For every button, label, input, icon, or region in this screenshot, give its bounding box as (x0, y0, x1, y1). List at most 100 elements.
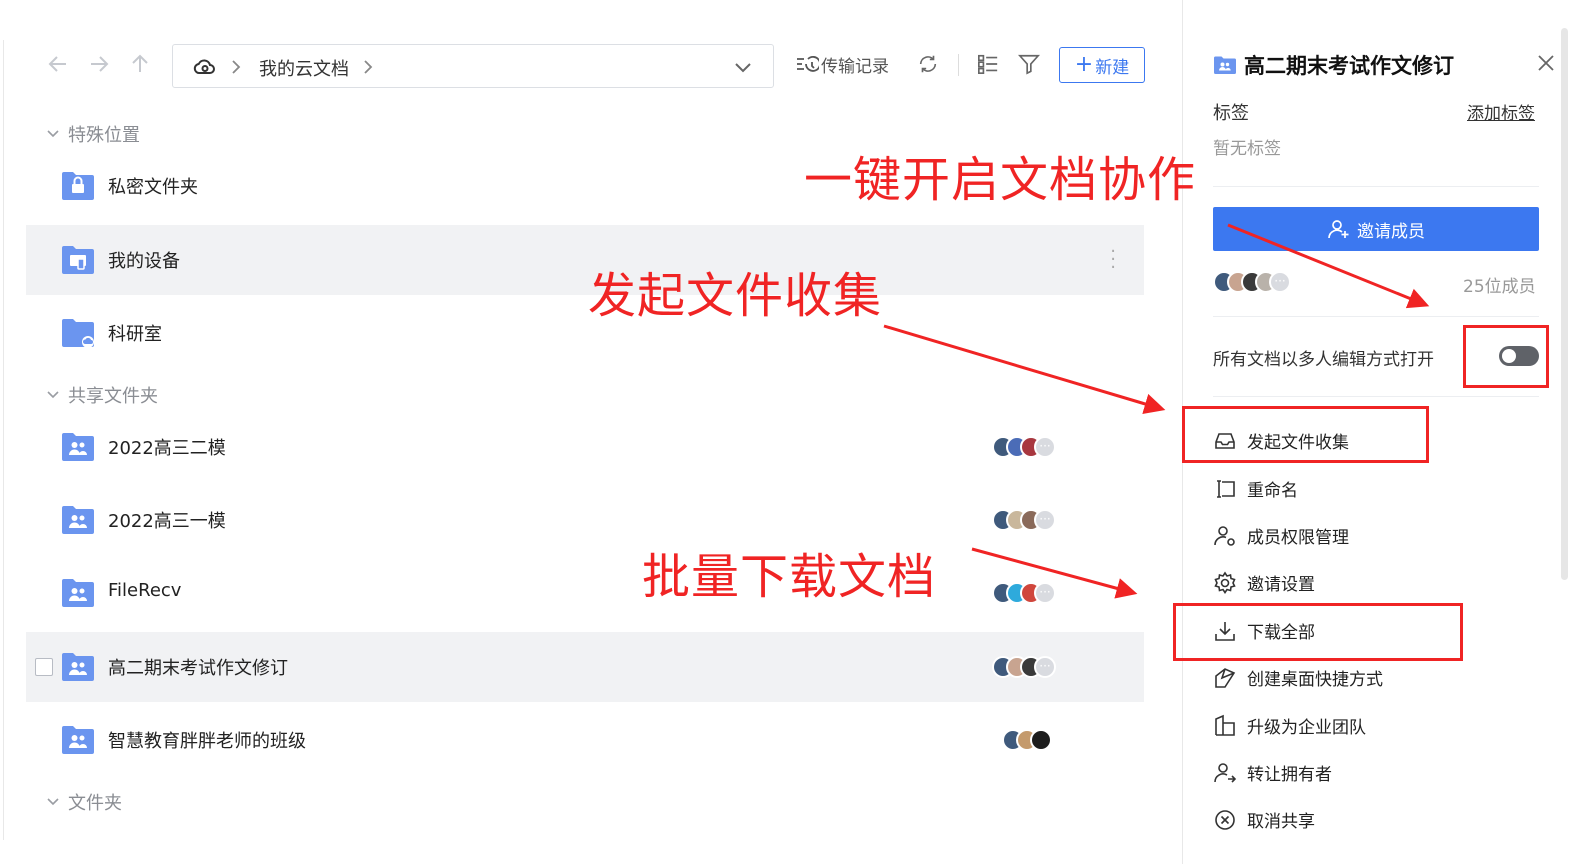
shared-folder-icon (62, 726, 94, 754)
chevron-right-icon (361, 58, 375, 76)
device-folder-icon (62, 246, 94, 274)
multi-edit-label: 所有文档以多人编辑方式打开 (1213, 350, 1434, 370)
transfer-owner-icon (1214, 762, 1237, 783)
list-view-icon[interactable] (977, 53, 999, 79)
panel-title-text: 高二期末考试作文修订 (1244, 54, 1454, 78)
more-avatars-icon: ··· (1034, 509, 1056, 531)
list-item[interactable]: 2022高三一模 ··· (26, 485, 1144, 555)
add-tag-link[interactable]: 添加标签 (1467, 99, 1535, 124)
back-arrow-icon[interactable] (46, 52, 70, 76)
menu-label: 转让拥有者 (1247, 765, 1332, 785)
menu-item-invite-settings[interactable]: 邀请设置 (1213, 570, 1315, 595)
invite-members-button[interactable]: 邀请成员 (1213, 207, 1539, 251)
no-tag-text: 暂无标签 (1213, 139, 1281, 159)
item-name: 科研室 (108, 324, 162, 345)
divider (1213, 316, 1539, 317)
filter-icon[interactable] (1017, 53, 1041, 79)
add-user-icon (1328, 220, 1349, 239)
highlight-box-collection (1182, 406, 1429, 463)
list-item[interactable]: 我的设备 · · · (26, 225, 1144, 295)
item-name: 2022高三二模 (108, 438, 226, 459)
building-icon (1215, 714, 1235, 736)
annotation-download: 批量下载文档 (642, 549, 937, 605)
member-avatars (1002, 729, 1052, 751)
section-shared-label: 共享文件夹 (68, 386, 158, 407)
list-item[interactable]: 2022高三二模 ··· (26, 412, 1144, 482)
menu-item-cancel-share[interactable]: 取消共享 (1213, 807, 1315, 832)
menu-label: 重命名 (1247, 481, 1298, 501)
menu-label: 升级为企业团队 (1247, 718, 1366, 738)
panel-scrollbar[interactable] (1561, 28, 1568, 580)
annotation-collab: 一键开启文档协作 (804, 152, 1197, 208)
gear-icon (1214, 571, 1236, 594)
member-avatars: ··· (992, 436, 1056, 458)
list-item[interactable]: 高二期末考试作文修订 ··· (26, 632, 1144, 702)
divider (1213, 396, 1539, 397)
panel-title: 高二期末考试作文修订 (1213, 50, 1454, 80)
chevron-down-icon (47, 130, 59, 138)
menu-item-desktop-shortcut[interactable]: 创建桌面快捷方式 (1213, 665, 1383, 690)
section-folders-label: 文件夹 (68, 793, 122, 814)
section-special-label: 特殊位置 (68, 125, 140, 146)
cloud-folder-icon (62, 319, 94, 348)
menu-item-transfer-owner[interactable]: 转让拥有者 (1213, 760, 1332, 785)
transfer-records-button[interactable]: 传输记录 (795, 52, 889, 77)
list-item[interactable]: 智慧教育胖胖老师的班级 (26, 705, 1144, 775)
menu-item-member-permissions[interactable]: 成员权限管理 (1213, 523, 1349, 548)
item-name: FileRecv (108, 580, 182, 601)
section-shared[interactable]: 共享文件夹 (46, 382, 158, 408)
item-name: 智慧教育胖胖老师的班级 (108, 731, 306, 752)
chevron-down-icon[interactable] (733, 58, 753, 76)
toolbar-divider (958, 54, 959, 76)
section-special[interactable]: 特殊位置 (46, 121, 140, 147)
menu-label: 邀请设置 (1247, 575, 1315, 595)
pane-border (3, 40, 4, 840)
up-arrow-icon[interactable] (128, 52, 152, 76)
more-avatars-icon: ··· (1034, 656, 1056, 678)
item-name: 私密文件夹 (108, 177, 198, 198)
transfer-history-icon (797, 55, 819, 72)
member-count[interactable]: 25位成员 (1463, 272, 1536, 297)
shared-folder-icon (62, 433, 94, 461)
shared-folder-icon (62, 506, 94, 534)
refresh-icon[interactable] (917, 53, 939, 79)
avatar (1030, 729, 1052, 751)
member-avatars: ··· (992, 656, 1056, 678)
member-permission-icon (1214, 525, 1235, 546)
rename-icon (1217, 479, 1235, 498)
member-avatars[interactable]: ··· (1213, 271, 1291, 293)
menu-item-rename[interactable]: 重命名 (1213, 476, 1298, 501)
close-icon[interactable] (1535, 52, 1557, 74)
new-button[interactable]: + 新建 (1059, 47, 1145, 83)
item-name: 我的设备 (108, 251, 180, 272)
breadcrumb-root[interactable]: 我的云文档 (259, 55, 349, 81)
annotation-collect: 发起文件收集 (588, 268, 883, 324)
member-avatars: ··· (992, 509, 1056, 531)
chevron-down-icon (47, 391, 59, 399)
more-avatars-icon: ··· (1034, 436, 1056, 458)
list-item[interactable]: 科研室 (26, 298, 1144, 368)
forward-arrow-icon[interactable] (87, 52, 111, 76)
menu-label: 创建桌面快捷方式 (1247, 670, 1383, 690)
toolbar: 我的云文档 传输记录 + 新建 (0, 40, 1182, 90)
highlight-box-toggle (1463, 325, 1549, 388)
member-avatars: ··· (992, 582, 1056, 604)
more-avatars-icon: ··· (1034, 582, 1056, 604)
shared-folder-icon (62, 579, 94, 607)
path-breadcrumb[interactable]: 我的云文档 (172, 44, 774, 88)
item-name: 2022高三一模 (108, 511, 226, 532)
tag-label: 标签 (1213, 103, 1249, 124)
more-options-icon[interactable]: · · · (1110, 243, 1116, 277)
menu-item-upgrade-enterprise[interactable]: 升级为企业团队 (1213, 713, 1366, 738)
more-avatars-icon: ··· (1269, 271, 1291, 293)
shared-folder-icon (1214, 56, 1236, 74)
menu-label: 成员权限管理 (1247, 528, 1349, 548)
transfer-records-label: 传输记录 (821, 57, 889, 77)
chevron-down-icon (47, 798, 59, 806)
plus-icon: + (1074, 52, 1094, 77)
menu-label: 取消共享 (1247, 812, 1315, 832)
section-folders[interactable]: 文件夹 (46, 789, 122, 815)
row-checkbox[interactable] (35, 658, 53, 676)
list-item[interactable]: FileRecv ··· (26, 558, 1144, 628)
invite-members-label: 邀请成员 (1357, 221, 1425, 242)
